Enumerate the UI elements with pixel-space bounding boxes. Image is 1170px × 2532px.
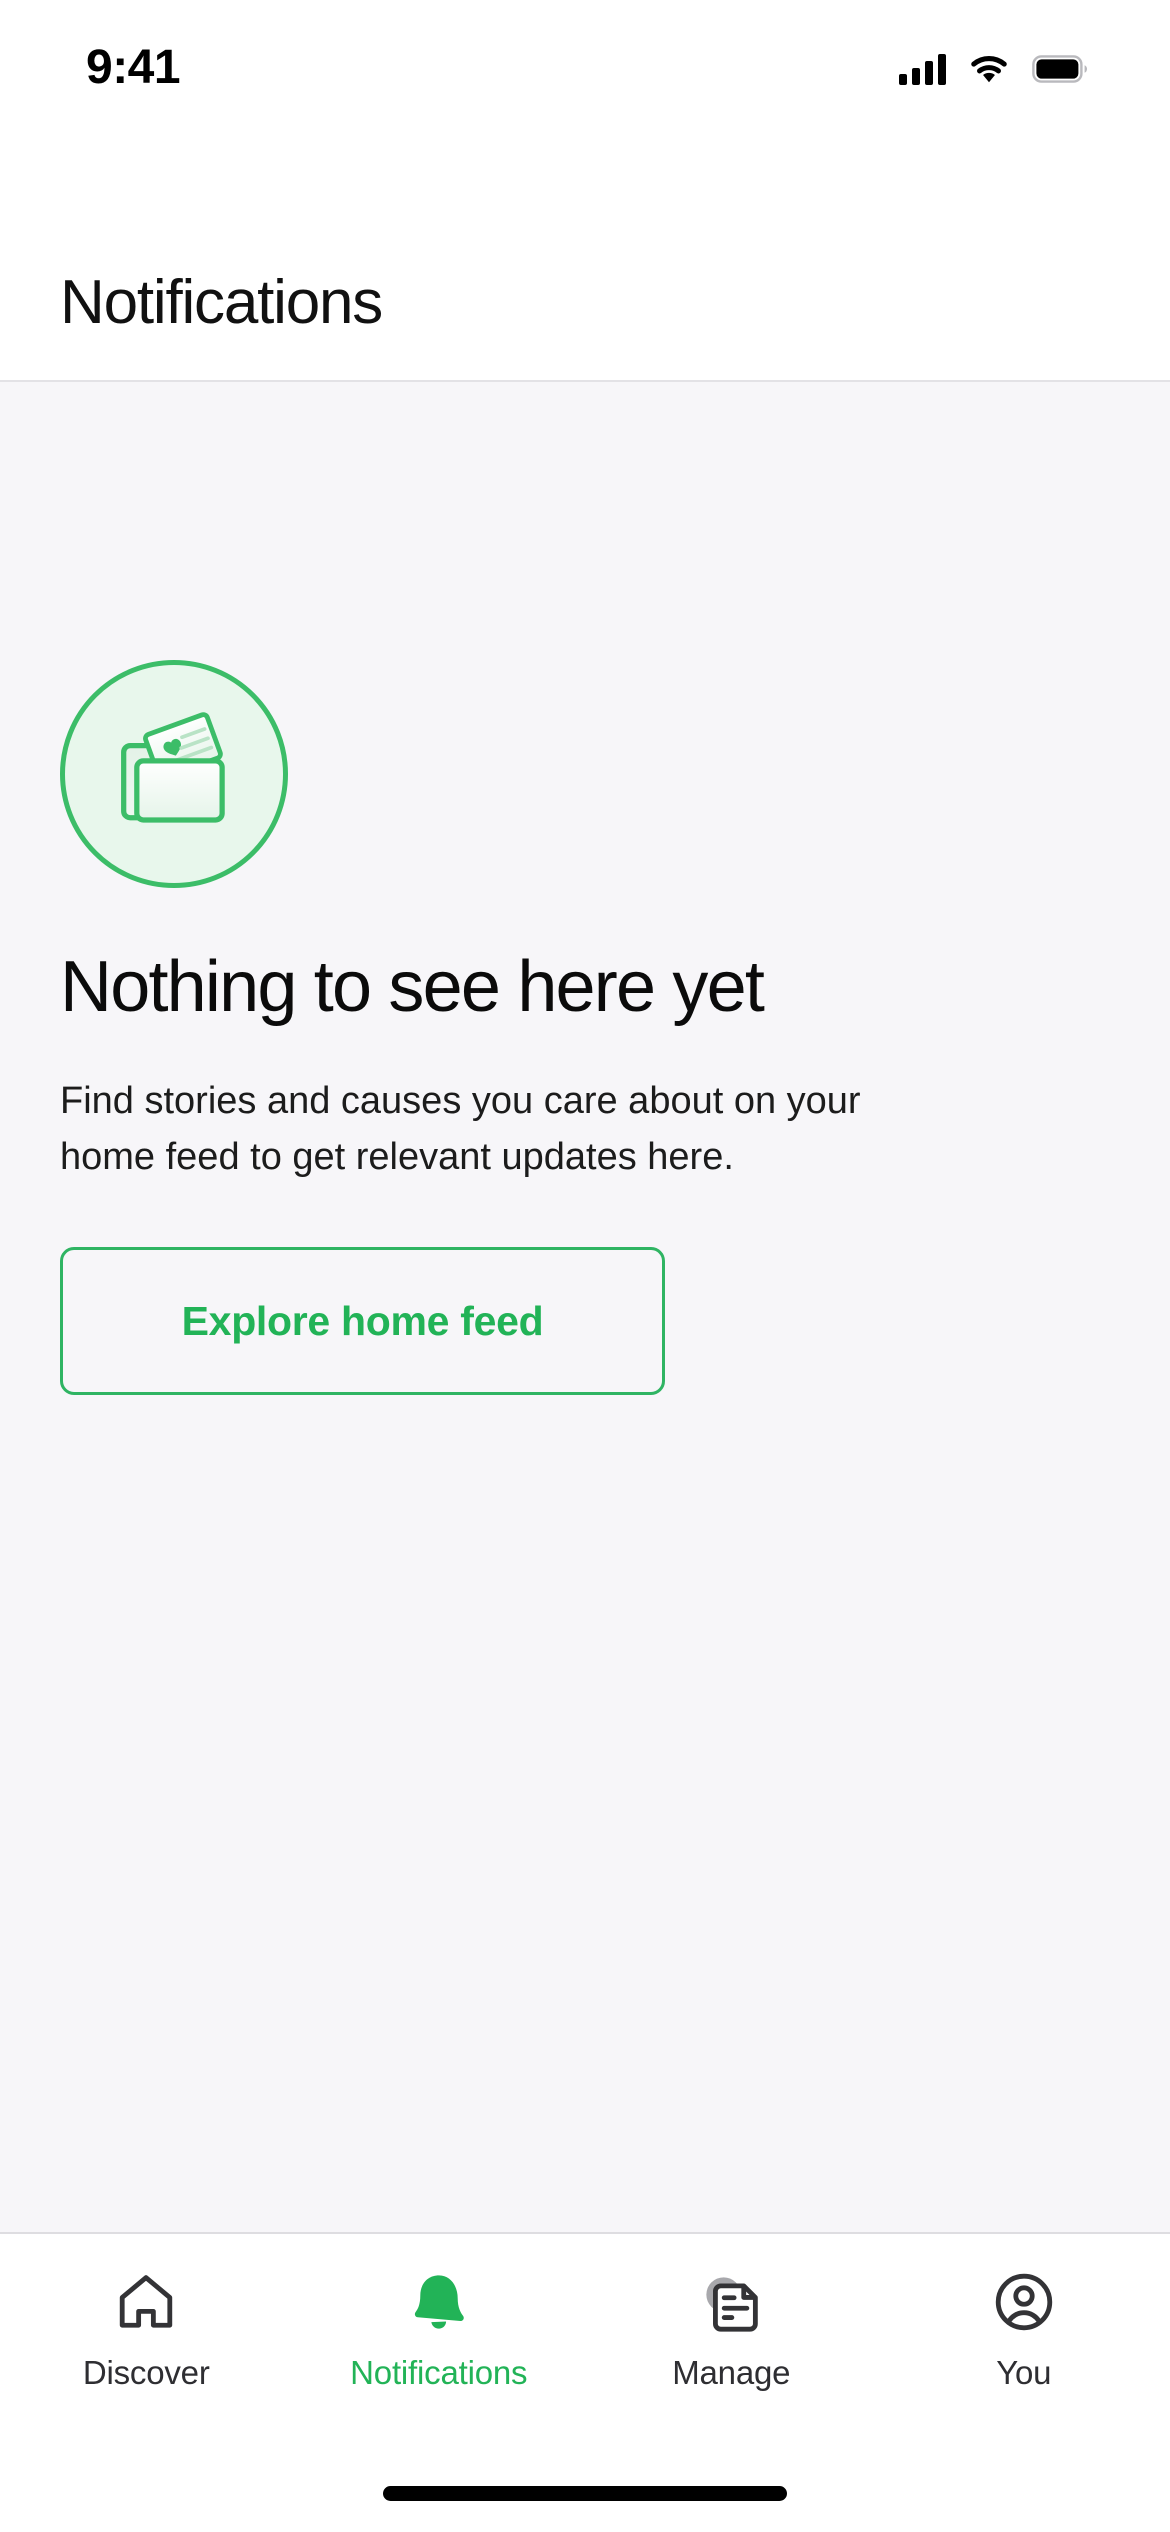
tab-notifications-label: Notifications: [350, 2354, 528, 2391]
status-bar: 9:41: [0, 0, 1170, 132]
tab-manage[interactable]: Manage: [585, 2268, 878, 2389]
status-bar-time: 9:41: [86, 41, 181, 94]
home-icon: [112, 2268, 180, 2336]
page-title: Notifications: [60, 268, 383, 337]
home-indicator-zone: [0, 2444, 1170, 2532]
bottom-tab-bar: Discover Notifications Manage You: [0, 2232, 1170, 2444]
battery-full-icon: [1032, 55, 1088, 83]
notifications-empty-state: Nothing to see here yet Find stories and…: [0, 382, 1170, 2232]
tab-discover[interactable]: Discover: [0, 2268, 293, 2389]
tab-you-label: You: [996, 2354, 1052, 2391]
empty-state-description: Find stories and causes you care about o…: [60, 1079, 861, 1179]
bell-icon: [405, 2268, 473, 2336]
explore-home-feed-button[interactable]: Explore home feed: [60, 1247, 665, 1396]
wifi-icon: [971, 56, 1007, 83]
phone-screen: 9:41 Notifications Nothing to see here y…: [0, 0, 1170, 2532]
status-bar-indicators: [899, 48, 1088, 90]
document-icon: [697, 2268, 765, 2336]
tab-notifications[interactable]: Notifications: [293, 2268, 586, 2389]
folder-with-letter-illustration: [60, 660, 288, 888]
person-circle-icon: [990, 2268, 1058, 2336]
home-indicator[interactable]: [383, 2486, 787, 2501]
tab-discover-label: Discover: [82, 2354, 210, 2391]
cellular-signal-icon: [899, 53, 946, 85]
empty-state-title: Nothing to see here yet: [60, 947, 765, 1027]
app-header: Notifications: [0, 132, 1170, 382]
folder-with-letter-icon: [121, 712, 225, 823]
tab-manage-label: Manage: [672, 2354, 791, 2391]
tab-you[interactable]: You: [878, 2268, 1170, 2389]
